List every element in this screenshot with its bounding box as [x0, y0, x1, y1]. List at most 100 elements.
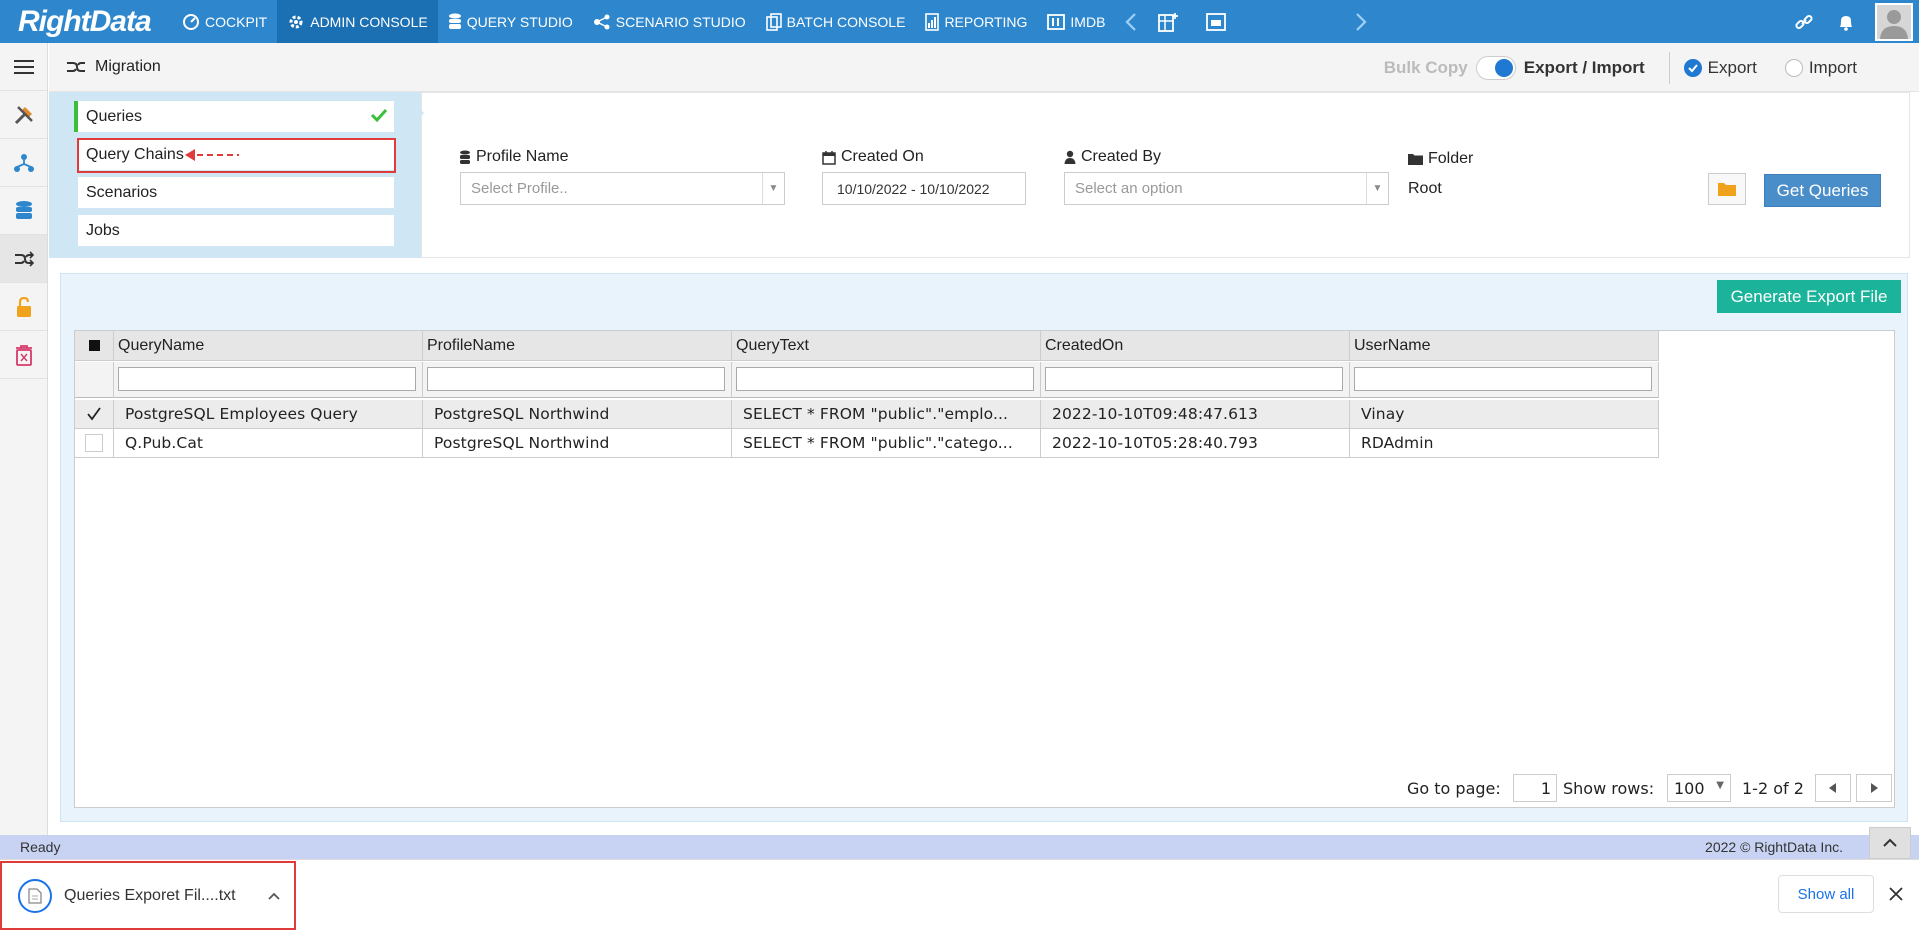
tools-icon: [14, 105, 33, 124]
calendar-icon: [822, 150, 836, 165]
created-on-label: Created On: [822, 148, 924, 166]
window-icon: [1206, 12, 1227, 31]
rows-per-page-select[interactable]: 100 ▼: [1667, 774, 1731, 802]
migration-item-queries[interactable]: Queries: [74, 101, 394, 132]
migration-item-jobs[interactable]: Jobs: [74, 215, 394, 246]
column-header-queryname[interactable]: QueryName: [114, 331, 423, 361]
table-cell[interactable]: PostgreSQL Employees Query: [114, 400, 423, 429]
filter-cell-empty: [75, 362, 114, 398]
nav-batch-console[interactable]: BATCH CONSOLE: [756, 0, 916, 43]
table-cell[interactable]: SELECT * FROM "public"."catego...: [732, 429, 1041, 458]
get-queries-button[interactable]: Get Queries: [1764, 174, 1881, 207]
bell-icon[interactable]: [1837, 13, 1855, 31]
generate-export-file-button[interactable]: Generate Export File: [1717, 280, 1901, 313]
row-checkbox[interactable]: [85, 434, 103, 452]
import-radio[interactable]: [1784, 58, 1803, 77]
rail-menu-button[interactable]: [0, 43, 47, 91]
column-header-username[interactable]: UserName: [1350, 331, 1659, 361]
rail-trash-button[interactable]: [0, 331, 47, 379]
rail-lock-button[interactable]: [0, 283, 47, 331]
table-cell[interactable]: Vinay: [1350, 400, 1659, 429]
network-icon: [13, 153, 34, 172]
nav-reporting[interactable]: REPORTING: [915, 0, 1037, 43]
nav-imdb[interactable]: IMDB: [1037, 0, 1115, 43]
link-icon[interactable]: [1795, 13, 1813, 31]
checkmark-icon[interactable]: [87, 407, 101, 421]
scroll-top-button[interactable]: [1869, 827, 1911, 859]
chevron-right-icon: [1356, 12, 1367, 31]
migration-item-scenarios[interactable]: Scenarios: [74, 177, 394, 208]
filter-cell: [1041, 362, 1350, 398]
import-radio-label[interactable]: Import: [1809, 58, 1857, 78]
cockpit-icon: [183, 13, 199, 30]
profile-select[interactable]: Select Profile.. ▼: [460, 172, 785, 205]
gear-icon: [289, 15, 303, 28]
created-on-daterange-input[interactable]: 10/10/2022 - 10/10/2022: [822, 172, 1026, 205]
report-icon: [925, 12, 940, 31]
next-page-button[interactable]: [1856, 774, 1892, 802]
nav-window-button[interactable]: [1195, 0, 1237, 43]
nav-admin-console[interactable]: ADMIN CONSOLE: [277, 0, 438, 43]
nav-grid-add-button[interactable]: [1147, 0, 1189, 43]
folder-value: Root: [1408, 180, 1442, 197]
red-dashed-arrow-icon: [185, 149, 239, 161]
rail-tools-button[interactable]: [0, 91, 47, 139]
created-by-select[interactable]: Select an option ▼: [1064, 172, 1389, 205]
createdon-filter-input[interactable]: [1045, 367, 1343, 391]
table-cell[interactable]: SELECT * FROM "public"."emplo...: [732, 400, 1041, 429]
table-row-checkbox-cell[interactable]: [75, 400, 114, 429]
status-bar: Ready 2022 © RightData Inc.: [0, 835, 1919, 859]
select-all-checkbox[interactable]: [88, 340, 100, 351]
nav-scroll-right-button[interactable]: [1345, 0, 1377, 43]
prev-page-button[interactable]: [1815, 774, 1851, 802]
select-all-header[interactable]: [75, 331, 114, 361]
scenario-icon: [593, 14, 610, 29]
table-cell[interactable]: PostgreSQL Northwind: [423, 429, 732, 458]
table-cell[interactable]: RDAdmin: [1350, 429, 1659, 458]
imdb-icon: [1047, 13, 1066, 30]
table-cell[interactable]: Q.Pub.Cat: [114, 429, 423, 458]
toggle-knob: [1494, 58, 1513, 77]
close-icon[interactable]: [1889, 887, 1903, 901]
username-filter-input[interactable]: [1354, 367, 1652, 391]
column-header-createdon[interactable]: CreatedOn: [1041, 331, 1350, 361]
queryname-filter-input[interactable]: [118, 367, 416, 391]
export-import-label[interactable]: Export / Import: [1524, 58, 1645, 78]
caret-down-icon: ▼: [762, 173, 784, 204]
table-cell[interactable]: 2022-10-10T09:48:47.613: [1041, 400, 1350, 429]
show-all-downloads-button[interactable]: Show all: [1778, 875, 1874, 913]
nav-scroll-left-button[interactable]: [1115, 0, 1147, 43]
rail-network-button[interactable]: [0, 139, 47, 187]
rail-database-button[interactable]: [0, 187, 47, 235]
chevron-up-icon: [1883, 838, 1897, 847]
rail-migration-button[interactable]: [0, 235, 47, 283]
nav-scenario-studio[interactable]: SCENARIO STUDIO: [583, 0, 756, 43]
page-title-text: Migration: [95, 58, 161, 75]
nav-query-studio[interactable]: QUERY STUDIO: [438, 0, 583, 43]
folder-icon: [1408, 154, 1423, 165]
table-cell[interactable]: 2022-10-10T05:28:40.793: [1041, 429, 1350, 458]
page-range-text: 1-2 of 2: [1742, 778, 1804, 798]
folder-label-text: Folder: [1428, 150, 1474, 167]
folder-browse-button[interactable]: [1708, 173, 1746, 205]
querytext-filter-input[interactable]: [736, 367, 1034, 391]
left-icon-rail: [0, 43, 48, 835]
export-radio-label[interactable]: Export: [1708, 58, 1757, 78]
database-stack-icon: [15, 200, 32, 219]
bulk-copy-label[interactable]: Bulk Copy: [1384, 58, 1468, 78]
column-header-querytext[interactable]: QueryText: [732, 331, 1041, 361]
mode-toggle[interactable]: [1475, 55, 1516, 80]
go-to-page-label: Go to page:: [1407, 778, 1501, 798]
mode-controls: Bulk Copy Export / Import Export Import: [1384, 43, 1857, 92]
profilename-filter-input[interactable]: [427, 367, 725, 391]
user-avatar[interactable]: [1875, 2, 1913, 41]
nav-cockpit[interactable]: COCKPIT: [172, 0, 277, 43]
nav-admin-console-label: ADMIN CONSOLE: [310, 13, 428, 30]
export-radio[interactable]: [1683, 58, 1702, 77]
page-number-input[interactable]: 1: [1513, 774, 1557, 802]
table-cell[interactable]: PostgreSQL Northwind: [423, 400, 732, 429]
rightdata-logo[interactable]: RightData: [0, 0, 160, 43]
column-header-profilename[interactable]: ProfileName: [423, 331, 732, 361]
table-row-checkbox-cell[interactable]: [75, 429, 114, 458]
triangle-right-icon: [1871, 783, 1878, 793]
